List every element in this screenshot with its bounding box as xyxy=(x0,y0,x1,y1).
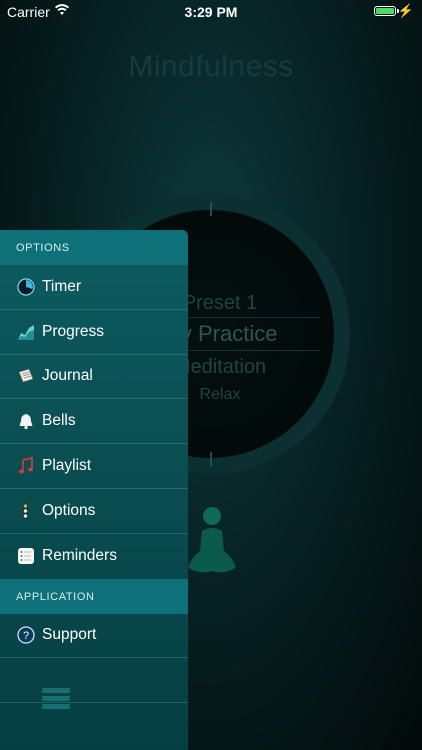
timer-icon xyxy=(17,278,35,296)
menu-item-timer[interactable]: Timer xyxy=(0,265,188,310)
menu-item-label: Journal xyxy=(42,367,93,385)
menu-item-label: Support xyxy=(42,626,97,644)
help-icon: ? xyxy=(17,626,35,645)
options-icon xyxy=(17,502,35,520)
status-time: 3:29 PM xyxy=(184,4,238,20)
menu-empty-row xyxy=(0,658,188,704)
menu-item-progress[interactable]: Progress xyxy=(0,310,188,355)
menu-item-label: Reminders xyxy=(42,547,117,565)
menu-item-label: Progress xyxy=(42,322,105,340)
menu-item-bells[interactable]: Bells xyxy=(0,399,188,445)
battery-icon xyxy=(374,6,396,16)
menu-item-label: Timer xyxy=(42,277,82,295)
music-note-icon xyxy=(17,457,35,475)
menu-item-label: Options xyxy=(42,501,96,519)
journal-icon xyxy=(17,367,35,385)
menu-item-label: Bells xyxy=(42,412,76,430)
bell-icon xyxy=(17,412,35,430)
dial-tick-bottom xyxy=(210,452,212,466)
menu-item-label: Playlist xyxy=(42,457,92,475)
meditating-figure-icon[interactable] xyxy=(186,505,238,577)
menu-item-playlist[interactable]: Playlist xyxy=(0,444,188,489)
menu-toggle-icon[interactable] xyxy=(42,688,70,710)
dial-tick-top xyxy=(210,202,212,216)
menu-item-reminders[interactable]: Reminders xyxy=(0,534,188,579)
status-bar: Carrier 3:29 PM ⚡ xyxy=(0,0,422,24)
menu-item-options[interactable]: Options xyxy=(0,489,188,534)
app-title: Mindfulness xyxy=(128,50,294,83)
menu-item-support[interactable]: ? Support xyxy=(0,614,188,659)
section-header-application: APPLICATION xyxy=(0,578,188,614)
charging-icon: ⚡ xyxy=(397,3,414,18)
section-header-options: OPTIONS xyxy=(0,230,188,265)
reminders-icon xyxy=(17,547,35,565)
progress-icon xyxy=(17,323,35,341)
menu-item-journal[interactable]: Journal xyxy=(0,355,188,400)
side-menu: OPTIONS Timer Progress Journal Bells Pla… xyxy=(0,230,188,750)
svg-text:?: ? xyxy=(23,630,29,642)
